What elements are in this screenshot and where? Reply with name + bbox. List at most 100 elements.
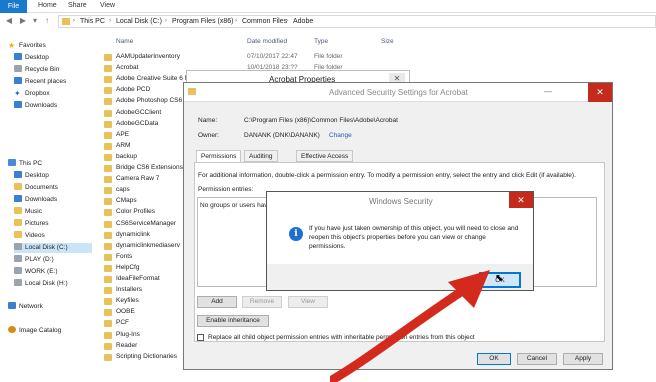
ribbon-tab-view[interactable]: View: [100, 2, 115, 9]
tab-effective-access[interactable]: Effective Access: [296, 150, 354, 162]
close-icon[interactable]: ✕: [509, 192, 533, 208]
nav-item-pictures[interactable]: Pictures: [14, 219, 48, 229]
nav-this-pc[interactable]: This PC: [8, 159, 42, 169]
permission-entries-label: Permission entries:: [198, 186, 254, 193]
crumb-program-files[interactable]: Program Files (x86): [172, 18, 233, 25]
music-icon: [14, 207, 22, 214]
dialog-titlebar: Windows Security ✕: [267, 192, 533, 210]
file-row[interactable]: AAMUpdaterInventory 07/10/2017 22:47 File …: [100, 52, 440, 63]
file-name: OOBE: [116, 308, 135, 316]
nav-item-work-e[interactable]: WORK (E:): [14, 267, 58, 277]
drive-icon: [14, 255, 22, 262]
image-catalog-icon: [8, 326, 16, 333]
nav-network[interactable]: Network: [8, 302, 43, 312]
forward-icon[interactable]: ▶: [18, 16, 28, 26]
file-name: dynamiclink: [116, 230, 150, 238]
file-name: backup: [116, 152, 137, 160]
remove-button[interactable]: Remove: [242, 296, 282, 308]
ribbon-tab-file[interactable]: File: [0, 0, 27, 13]
nav-item-local-disk-c[interactable]: Local Disk (C:): [14, 243, 92, 253]
nav-item-local-disk-h[interactable]: Local Disk (H:): [14, 279, 68, 289]
folder-icon: [104, 120, 112, 128]
folder-icon: [104, 131, 112, 139]
chevron-right-icon[interactable]: ›: [286, 18, 288, 24]
nav-item-videos[interactable]: Videos: [14, 231, 45, 241]
file-name: ARM: [116, 141, 131, 149]
ribbon-tab-home[interactable]: Home: [38, 2, 57, 9]
nav-item-music[interactable]: Music: [14, 207, 42, 217]
folder-icon: [104, 331, 112, 339]
file-type: File folder: [314, 53, 343, 60]
folder-icon: [104, 320, 112, 328]
folder-icon: [104, 287, 112, 295]
network-icon: [8, 302, 16, 309]
owner-label: Owner:: [198, 132, 219, 139]
chevron-right-icon[interactable]: ›: [73, 18, 75, 24]
folder-icon: [104, 65, 112, 73]
nav-favorites[interactable]: ★ Favorites: [8, 41, 46, 51]
file-name: Bridge CS6 Extensions: [116, 164, 183, 171]
folder-icon: [104, 187, 112, 195]
ribbon-tab-share[interactable]: Share: [68, 2, 87, 9]
cancel-button[interactable]: Cancel: [517, 353, 557, 365]
desktop-icon: [14, 53, 22, 60]
nav-item-downloads[interactable]: Downloads: [14, 101, 57, 111]
name-label: Name:: [198, 117, 218, 124]
file-name: Plug-Ins: [116, 330, 140, 338]
nav-item-recycle-bin[interactable]: Recycle Bin: [14, 65, 59, 75]
folder-icon: [104, 231, 112, 239]
back-icon[interactable]: ◀: [4, 16, 14, 26]
nav-item-play-d[interactable]: PLAY (D:): [14, 255, 54, 265]
column-header-date[interactable]: Date modified: [247, 38, 287, 45]
nav-item-documents[interactable]: Documents: [14, 183, 58, 193]
file-name: Reader: [116, 341, 138, 349]
nav-item-desktop[interactable]: Desktop: [14, 53, 49, 63]
nav-image-catalog[interactable]: Image Catalog: [8, 326, 61, 336]
column-header-name[interactable]: Name: [116, 38, 133, 45]
name-value: C:\Program Files (x86)\Common Files\Adob…: [244, 117, 398, 124]
folder-icon: [104, 209, 112, 217]
dialog-title: Windows Security: [369, 197, 433, 206]
nav-item-pc-desktop[interactable]: Desktop: [14, 171, 49, 181]
star-icon: ★: [8, 41, 16, 50]
drive-icon: [14, 267, 22, 274]
view-button[interactable]: View: [288, 296, 328, 308]
crumb-local-disk[interactable]: Local Disk (C:): [116, 18, 162, 25]
folder-icon: [104, 264, 112, 272]
folder-icon: [104, 309, 112, 317]
recent-places-icon: [14, 77, 22, 84]
crumb-common-files[interactable]: Common Files: [242, 18, 287, 25]
replace-child-checkbox[interactable]: [197, 334, 204, 341]
minimize-icon[interactable]: —: [544, 87, 552, 96]
info-icon: i: [289, 227, 303, 241]
chevron-right-icon[interactable]: ›: [235, 18, 237, 24]
computer-icon: [8, 159, 16, 166]
nav-item-pc-downloads[interactable]: Downloads: [14, 195, 57, 205]
folder-icon: [104, 220, 112, 228]
address-bar[interactable]: › This PC › Local Disk (C:) › Program Fi…: [58, 15, 656, 28]
column-header-type[interactable]: Type: [314, 38, 328, 45]
crumb-this-pc[interactable]: This PC: [80, 18, 105, 25]
file-name: AdobeGCData: [116, 119, 159, 127]
apply-button[interactable]: Apply: [563, 353, 603, 365]
folder-icon: [104, 342, 112, 350]
security-message: If you have just taken ownership of this…: [309, 225, 519, 250]
change-owner-link[interactable]: Change: [329, 132, 352, 139]
crumb-adobe[interactable]: Adobe: [293, 18, 313, 25]
chevron-right-icon[interactable]: ›: [165, 18, 167, 24]
up-icon[interactable]: ↑: [42, 16, 52, 26]
recent-dropdown-icon[interactable]: ▾: [30, 16, 40, 26]
nav-item-recent-places[interactable]: Recent places: [14, 77, 66, 87]
pictures-icon: [14, 219, 22, 226]
add-button[interactable]: Add: [197, 296, 237, 308]
folder-icon: [104, 165, 112, 172]
nav-item-dropbox[interactable]: ✦ Dropbox: [14, 89, 50, 99]
folder-icon: [104, 198, 112, 206]
tab-auditing[interactable]: Auditing: [244, 150, 278, 162]
chevron-right-icon[interactable]: ›: [109, 18, 111, 24]
enable-inheritance-button[interactable]: Enable inheritance: [197, 315, 269, 327]
folder-icon: [104, 87, 112, 95]
file-date: 07/10/2017 22:47: [247, 53, 298, 60]
close-icon[interactable]: ✕: [588, 83, 612, 102]
column-header-size[interactable]: Size: [381, 38, 394, 45]
